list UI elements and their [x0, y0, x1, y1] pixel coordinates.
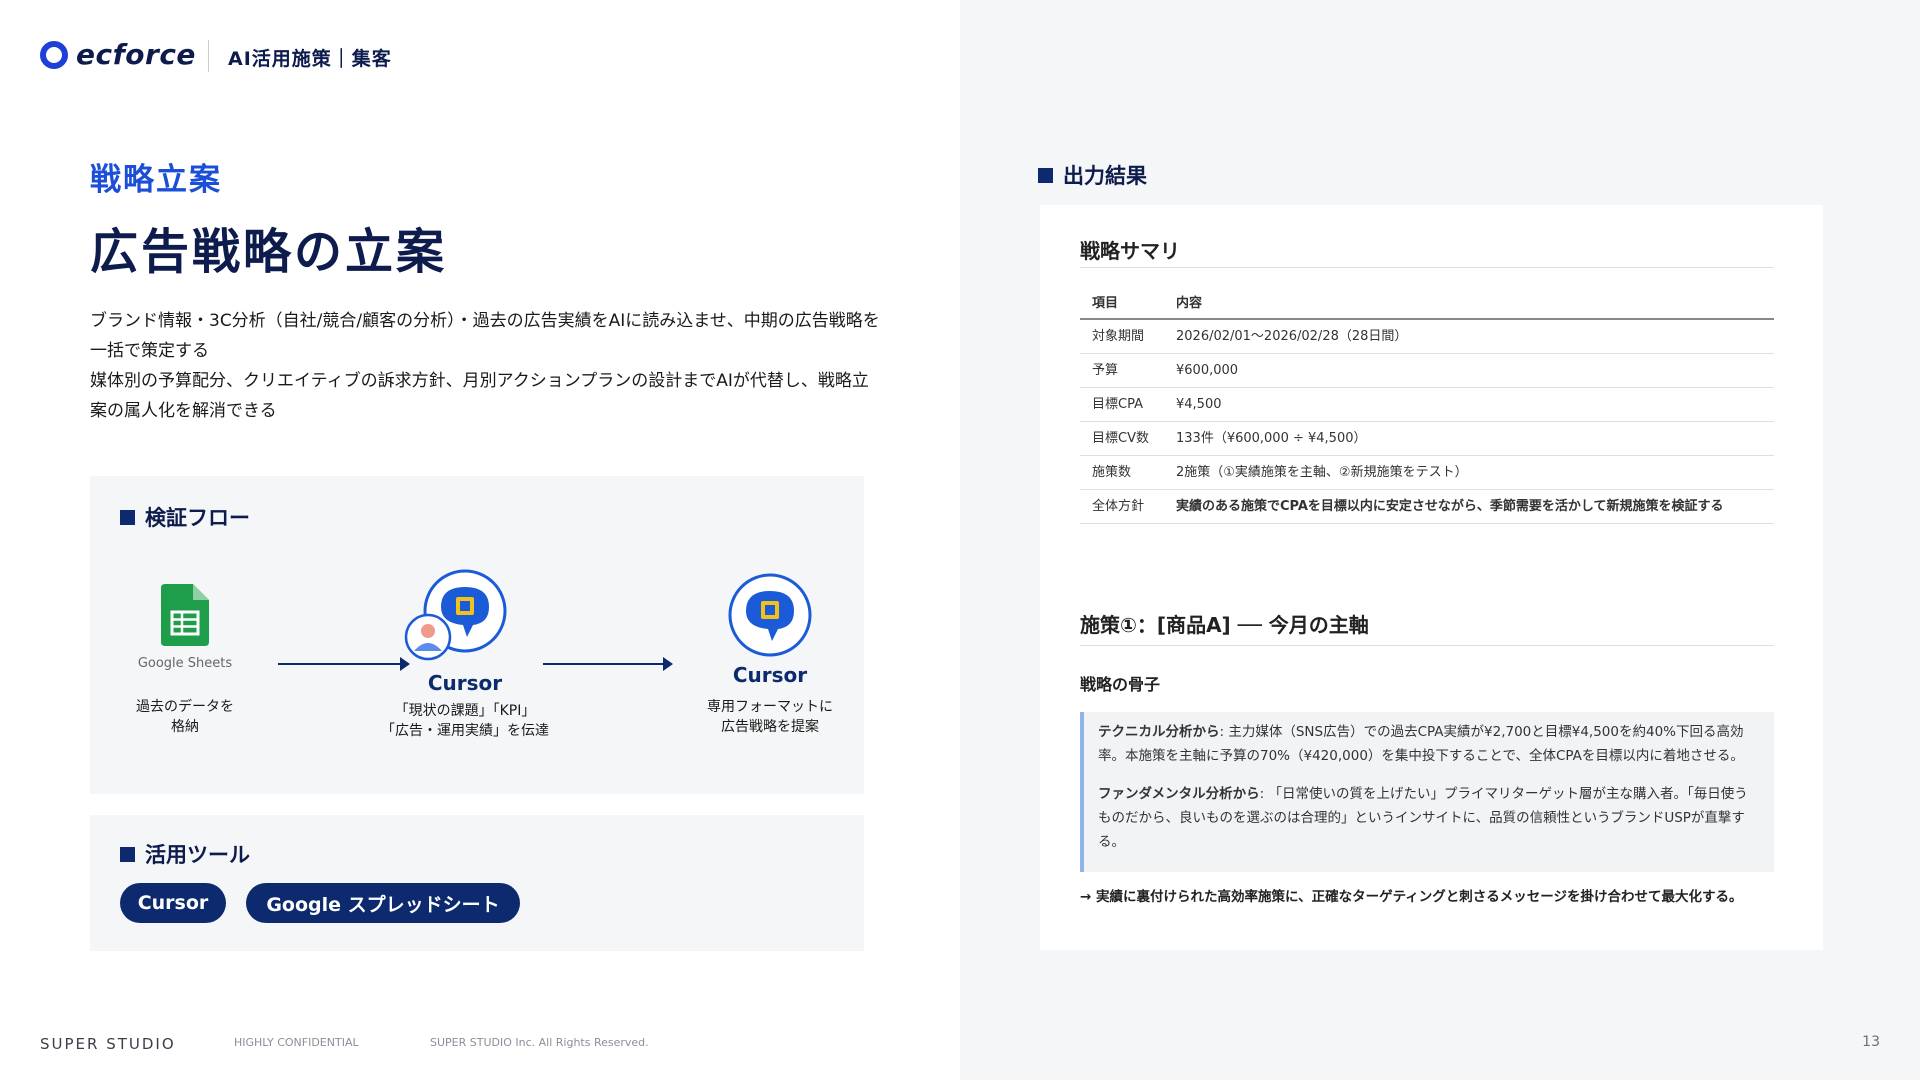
flow-section-title: 検証フロー — [120, 502, 250, 532]
table-header-cell: 内容 — [1164, 285, 1774, 320]
table-header-cell: 項目 — [1080, 285, 1164, 320]
quote-lead: ファンダメンタル分析から — [1098, 786, 1260, 802]
description: ブランド情報・3C分析（自社/競合/顧客の分析）・過去の広告実績をAIに読み込ま… — [90, 306, 880, 426]
tool-pill-google-sheets: Google スプレッドシート — [246, 883, 520, 923]
description-line: ブランド情報・3C分析（自社/競合/顧客の分析）・過去の広告実績をAIに読み込ま… — [90, 311, 880, 361]
flow-step-cursor-output: Cursor 専用フォーマットに 広告戦略を提案 — [690, 573, 850, 737]
section-heading: 施策①：[商品A] ── 今月の主軸 — [1080, 613, 1369, 637]
cursor-ai-icon — [728, 573, 812, 657]
page-number: 13 — [1862, 1034, 1880, 1050]
label-line: 格納 — [171, 719, 199, 735]
strategy-quote: テクニカル分析から: 主力媒体（SNS広告）での過去CPA実績が¥2,700と目… — [1080, 712, 1774, 872]
table-key: 予算 — [1080, 353, 1164, 388]
quote-lead: テクニカル分析から — [1098, 724, 1220, 740]
label-line: 「広告・運用実績」を伝達 — [381, 723, 549, 739]
logo-text: ecforce — [76, 38, 196, 71]
summary-heading: 戦略サマリ — [1080, 239, 1180, 263]
description-line: 媒体別の予算配分、クリエイティブの訴求方針、月別アクションプランの設計までAIが… — [90, 371, 869, 421]
heading-rule — [1080, 645, 1774, 646]
flow-step-label: 専用フォーマットに 広告戦略を提案 — [690, 697, 850, 737]
table-row: 目標CPA ¥4,500 — [1080, 387, 1774, 422]
output-document: 戦略サマリ 項目 内容 対象期間 2026/02/01〜2026/02/28（2… — [1040, 205, 1823, 950]
label-line: 過去のデータを — [136, 699, 234, 715]
heading-rule — [1080, 267, 1774, 268]
header-divider — [208, 40, 209, 72]
square-bullet-icon — [120, 846, 135, 862]
table-row: 予算 ¥600,000 — [1080, 353, 1774, 388]
table-value: ¥4,500 — [1164, 387, 1774, 422]
table-key: 施策数 — [1080, 455, 1164, 490]
label-line: 専用フォーマットに — [707, 699, 833, 715]
footer-copyright: SUPER STUDIO Inc. All Rights Reserved. — [430, 1036, 649, 1049]
section-eyebrow: 戦略立案 — [90, 162, 222, 198]
table-value: 133件（¥600,000 ÷ ¥4,500） — [1164, 421, 1774, 456]
sheets-caption: Google Sheets — [137, 656, 233, 671]
square-bullet-icon — [120, 509, 135, 525]
label-line: 広告戦略を提案 — [721, 719, 819, 735]
table-key: 全体方針 — [1080, 489, 1164, 524]
table-value: 2施策（①実績施策を主軸、②新規施策をテスト） — [1164, 455, 1774, 490]
logo-ring-icon — [40, 40, 68, 69]
flow-step-label: 過去のデータを 格納 — [130, 697, 240, 737]
footer-brand: SUPER STUDIO — [40, 1035, 176, 1053]
breadcrumb: AI活用施策｜集客 — [228, 48, 392, 70]
verification-flow-panel: 検証フロー Google Sheets 過去のデータを 格納 Cursor 「現… — [90, 476, 864, 794]
tools-panel: 活用ツール Cursor Google スプレッドシート — [90, 815, 864, 951]
cursor-name: Cursor — [427, 671, 503, 695]
tools-section-title: 活用ツール — [120, 839, 250, 869]
ecforce-logo: ecforce — [40, 38, 196, 71]
table-key: 対象期間 — [1080, 319, 1164, 354]
footer-confidential: HIGHLY CONFIDENTIAL — [234, 1036, 359, 1049]
label-line: 「現状の課題」「KPI」 — [394, 703, 536, 719]
flow-step-label: 「現状の課題」「KPI」 「広告・運用実績」を伝達 — [370, 701, 560, 741]
tools-title-text: 活用ツール — [145, 843, 250, 867]
table-row: 対象期間 2026/02/01〜2026/02/28（28日間） — [1080, 319, 1774, 354]
table-header-row: 項目 内容 — [1080, 285, 1774, 320]
square-bullet-icon — [1038, 167, 1053, 183]
quote-paragraph: ファンダメンタル分析から: 「日常使いの質を上げたい」プライマリターゲット層が主… — [1098, 782, 1760, 854]
table-value: ¥600,000 — [1164, 353, 1774, 388]
table-row: 全体方針 実績のある施策でCPAを目標以内に安定させながら、季節需要を活かして新… — [1080, 489, 1774, 524]
output-title-text: 出力結果 — [1063, 164, 1147, 188]
summary-table: 項目 内容 対象期間 2026/02/01〜2026/02/28（28日間） 予… — [1080, 285, 1774, 524]
table-value: 実績のある施策でCPAを目標以内に安定させながら、季節需要を活かして新規施策を検… — [1164, 489, 1774, 524]
table-key: 目標CPA — [1080, 387, 1164, 422]
flow-step-cursor-input: Cursor 「現状の課題」「KPI」 「広告・運用実績」を伝達 — [370, 569, 560, 741]
flow-title-text: 検証フロー — [145, 506, 250, 530]
table-row: 施策数 2施策（①実績施策を主軸、②新規施策をテスト） — [1080, 455, 1774, 490]
tool-pill-cursor: Cursor — [120, 883, 226, 923]
conclusion-text: → 実績に裏付けられた高効率施策に、正確なターゲティングと刺さるメッセージを掛け… — [1080, 889, 1743, 905]
arrow-right-icon — [543, 657, 673, 671]
table-row: 目標CV数 133件（¥600,000 ÷ ¥4,500） — [1080, 421, 1774, 456]
quote-paragraph: テクニカル分析から: 主力媒体（SNS広告）での過去CPA実績が¥2,700と目… — [1098, 720, 1760, 768]
table-value: 2026/02/01〜2026/02/28（28日間） — [1164, 319, 1774, 354]
cursor-name: Cursor — [732, 663, 808, 687]
flow-step-sheets: Google Sheets 過去のデータを 格納 — [130, 584, 240, 737]
user-avatar-icon — [404, 613, 452, 661]
google-sheets-icon — [161, 584, 209, 646]
subsection-heading: 戦略の骨子 — [1080, 675, 1161, 694]
table-key: 目標CV数 — [1080, 421, 1164, 456]
page-title: 広告戦略の立案 — [90, 224, 448, 280]
output-section-title: 出力結果 — [1038, 160, 1147, 190]
